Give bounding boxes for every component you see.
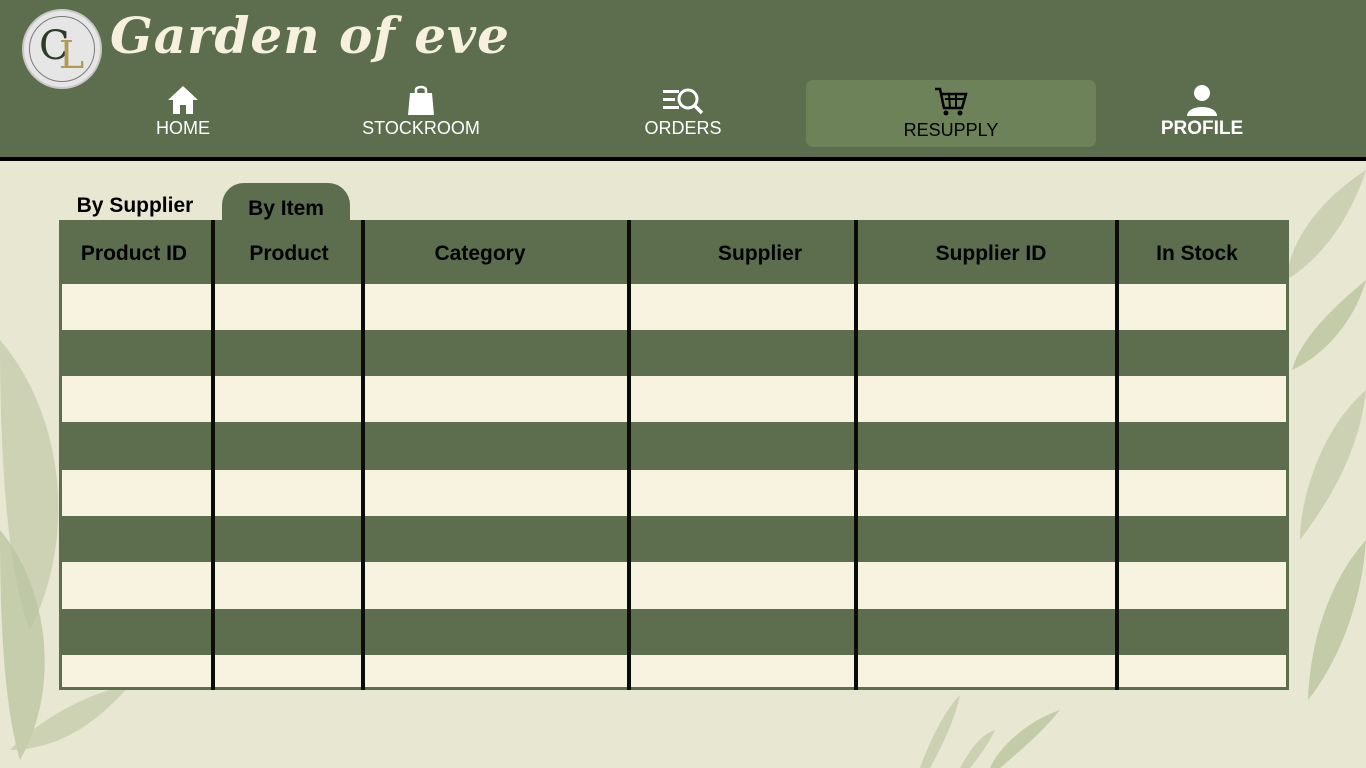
cart-icon: [935, 87, 968, 116]
nav-resupply-label: RESUPPLY: [903, 120, 999, 140]
column-divider: [361, 220, 365, 690]
nav-home[interactable]: HOME: [143, 84, 223, 146]
table-row[interactable]: [62, 422, 1286, 470]
logo-monogram-l: L: [59, 33, 85, 77]
table-row[interactable]: [62, 284, 1286, 330]
leaf-decoration-right: [1286, 170, 1366, 700]
home-icon: [168, 86, 198, 114]
table-row[interactable]: [62, 470, 1286, 516]
column-divider: [854, 220, 858, 690]
tab-by-item[interactable]: By Item: [222, 183, 350, 225]
column-header-supplier-id[interactable]: Supplier ID: [857, 242, 1125, 266]
column-divider: [627, 220, 631, 690]
column-divider: [1115, 220, 1119, 690]
nav-profile-label: PROFILE: [1160, 118, 1244, 139]
resupply-table: Product ID Product Category Supplier Sup…: [59, 220, 1289, 690]
app-header: C L Garden of eve HOME STOCKROOM ORDERS: [0, 0, 1366, 161]
table-row[interactable]: [62, 330, 1286, 376]
nav-profile[interactable]: PROFILE: [1156, 84, 1248, 146]
brand-logo[interactable]: C L: [22, 9, 102, 89]
user-icon: [1187, 85, 1217, 116]
nav-stockroom[interactable]: STOCKROOM: [360, 84, 482, 146]
nav-resupply[interactable]: RESUPPLY: [806, 86, 1096, 148]
column-header-category[interactable]: Category: [367, 242, 593, 266]
nav-orders-label: ORDERS: [644, 118, 722, 138]
table-row[interactable]: [62, 376, 1286, 422]
nav-stockroom-label: STOCKROOM: [362, 118, 480, 138]
leaf-decoration-bottom: [920, 695, 1060, 768]
brand-name: Garden of eve: [110, 6, 510, 65]
column-header-product-id[interactable]: Product ID: [67, 242, 201, 266]
table-row[interactable]: [62, 609, 1286, 655]
column-header-supplier[interactable]: Supplier: [634, 242, 886, 266]
search-list-icon: [663, 88, 704, 115]
nav-orders[interactable]: ORDERS: [640, 84, 726, 146]
nav-home-label: HOME: [156, 118, 210, 138]
column-header-in-stock[interactable]: In Stock: [1119, 242, 1275, 266]
table-row[interactable]: [62, 562, 1286, 609]
table-row[interactable]: [62, 516, 1286, 562]
table-row[interactable]: [62, 655, 1286, 687]
column-divider: [211, 220, 215, 690]
column-header-product[interactable]: Product: [217, 242, 361, 266]
shopping-bag-icon: [408, 85, 434, 115]
